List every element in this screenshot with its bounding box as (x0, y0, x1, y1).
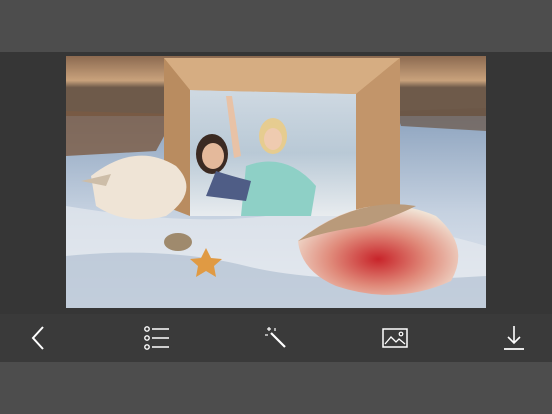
magic-wand-icon (265, 327, 286, 348)
save-button[interactable] (494, 318, 534, 358)
photo-collage-preview[interactable] (66, 56, 486, 308)
bottom-toolbar (0, 314, 552, 362)
chevron-left-icon (31, 326, 44, 350)
bottom-bar (0, 362, 552, 414)
frames-list-button[interactable] (137, 318, 177, 358)
download-icon (504, 326, 524, 350)
list-icon (144, 326, 169, 350)
image-icon (382, 328, 408, 348)
top-bar (0, 0, 552, 52)
back-button[interactable] (18, 318, 58, 358)
background-button[interactable] (375, 318, 415, 358)
collage-image (66, 56, 486, 308)
effects-button[interactable] (256, 318, 296, 358)
